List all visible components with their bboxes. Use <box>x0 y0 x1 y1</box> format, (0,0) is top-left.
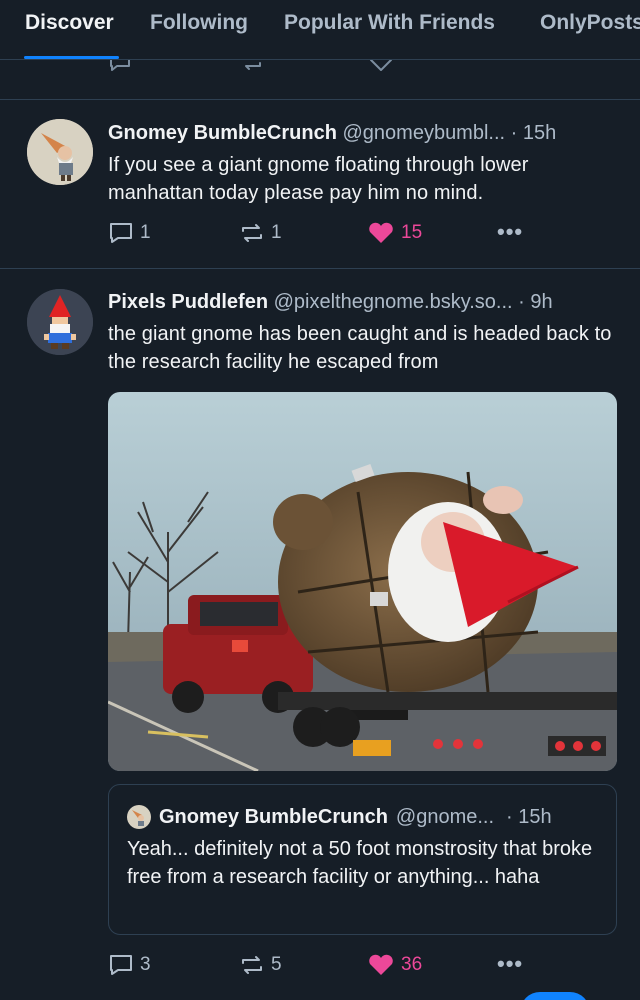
reply-button[interactable]: 1 <box>108 221 151 245</box>
reply-icon <box>110 223 132 243</box>
quoted-author-name[interactable]: Gnomey BumbleCrunch <box>159 806 388 829</box>
post-divider <box>0 99 640 100</box>
post-2-header: Pixels Puddlefen @pixelthegnome.bsky.so.… <box>108 291 618 314</box>
like-button[interactable]: 36 <box>367 953 422 977</box>
repost-button[interactable]: 1 <box>239 221 282 245</box>
tab-bar-top: Discover Following Popular With Friends … <box>0 0 640 60</box>
reply-count: 1 <box>140 222 151 243</box>
post-text: If you see a giant gnome floating throug… <box>108 154 529 204</box>
giant-gnome-photo <box>108 392 617 771</box>
heart-filled-icon <box>369 222 393 243</box>
quoted-author-handle[interactable]: @gnome... <box>396 806 494 829</box>
like-button[interactable]: 15 <box>367 221 422 245</box>
gnome-avatar-icon[interactable] <box>27 119 93 185</box>
quoted-post-header: Gnomey BumbleCrunch @gnome... · 15h <box>127 805 607 829</box>
heart-filled-icon <box>369 954 393 975</box>
author-name[interactable]: Pixels Puddlefen <box>108 291 268 313</box>
post-text: the giant gnome has been caught and is h… <box>108 323 612 373</box>
author-handle[interactable]: @gnomeybumbl... <box>342 122 505 144</box>
like-count: 36 <box>401 954 423 975</box>
repost-count: 5 <box>271 954 282 975</box>
repost-count: 1 <box>271 222 282 243</box>
more-options-icon[interactable]: ••• <box>497 951 523 977</box>
post-1-header: Gnomey BumbleCrunch @gnomeybumbl... · 15… <box>108 122 618 145</box>
like-count: 15 <box>401 222 423 243</box>
quoted-post[interactable]: Gnomey BumbleCrunch @gnome... · 15h Yeah… <box>108 784 617 935</box>
repost-icon <box>242 956 262 974</box>
tab-discover-label[interactable]: Discover <box>25 11 114 35</box>
quoted-gnome-avatar-icon <box>127 805 151 829</box>
post-image[interactable] <box>108 392 617 771</box>
more-options-icon[interactable]: ••• <box>497 219 523 245</box>
repost-button[interactable]: 5 <box>239 953 282 977</box>
quoted-post-text: Yeah... definitely not a 50 foot monstro… <box>127 838 593 888</box>
author-handle[interactable]: @pixelthegnome.bsky.so... <box>274 291 513 313</box>
post-divider <box>0 268 640 269</box>
reply-icon <box>110 955 132 975</box>
quoted-post-time: · 15h <box>506 805 552 828</box>
repost-icon <box>242 224 262 242</box>
post-time: · 9h <box>518 291 553 313</box>
reply-button[interactable]: 3 <box>108 953 151 977</box>
post-time: · 15h <box>510 122 557 144</box>
pixel-gnome-avatar-icon[interactable] <box>27 289 93 355</box>
author-name[interactable]: Gnomey BumbleCrunch <box>108 122 337 144</box>
compose-button[interactable] <box>520 992 590 1000</box>
tab-following-label[interactable]: Following <box>150 11 248 35</box>
tab-onlyposts-label[interactable]: OnlyPosts <box>540 11 640 35</box>
reply-count: 3 <box>140 954 151 975</box>
tab-popular-label[interactable]: Popular With Friends <box>284 11 495 35</box>
tab-indicator <box>24 56 119 59</box>
